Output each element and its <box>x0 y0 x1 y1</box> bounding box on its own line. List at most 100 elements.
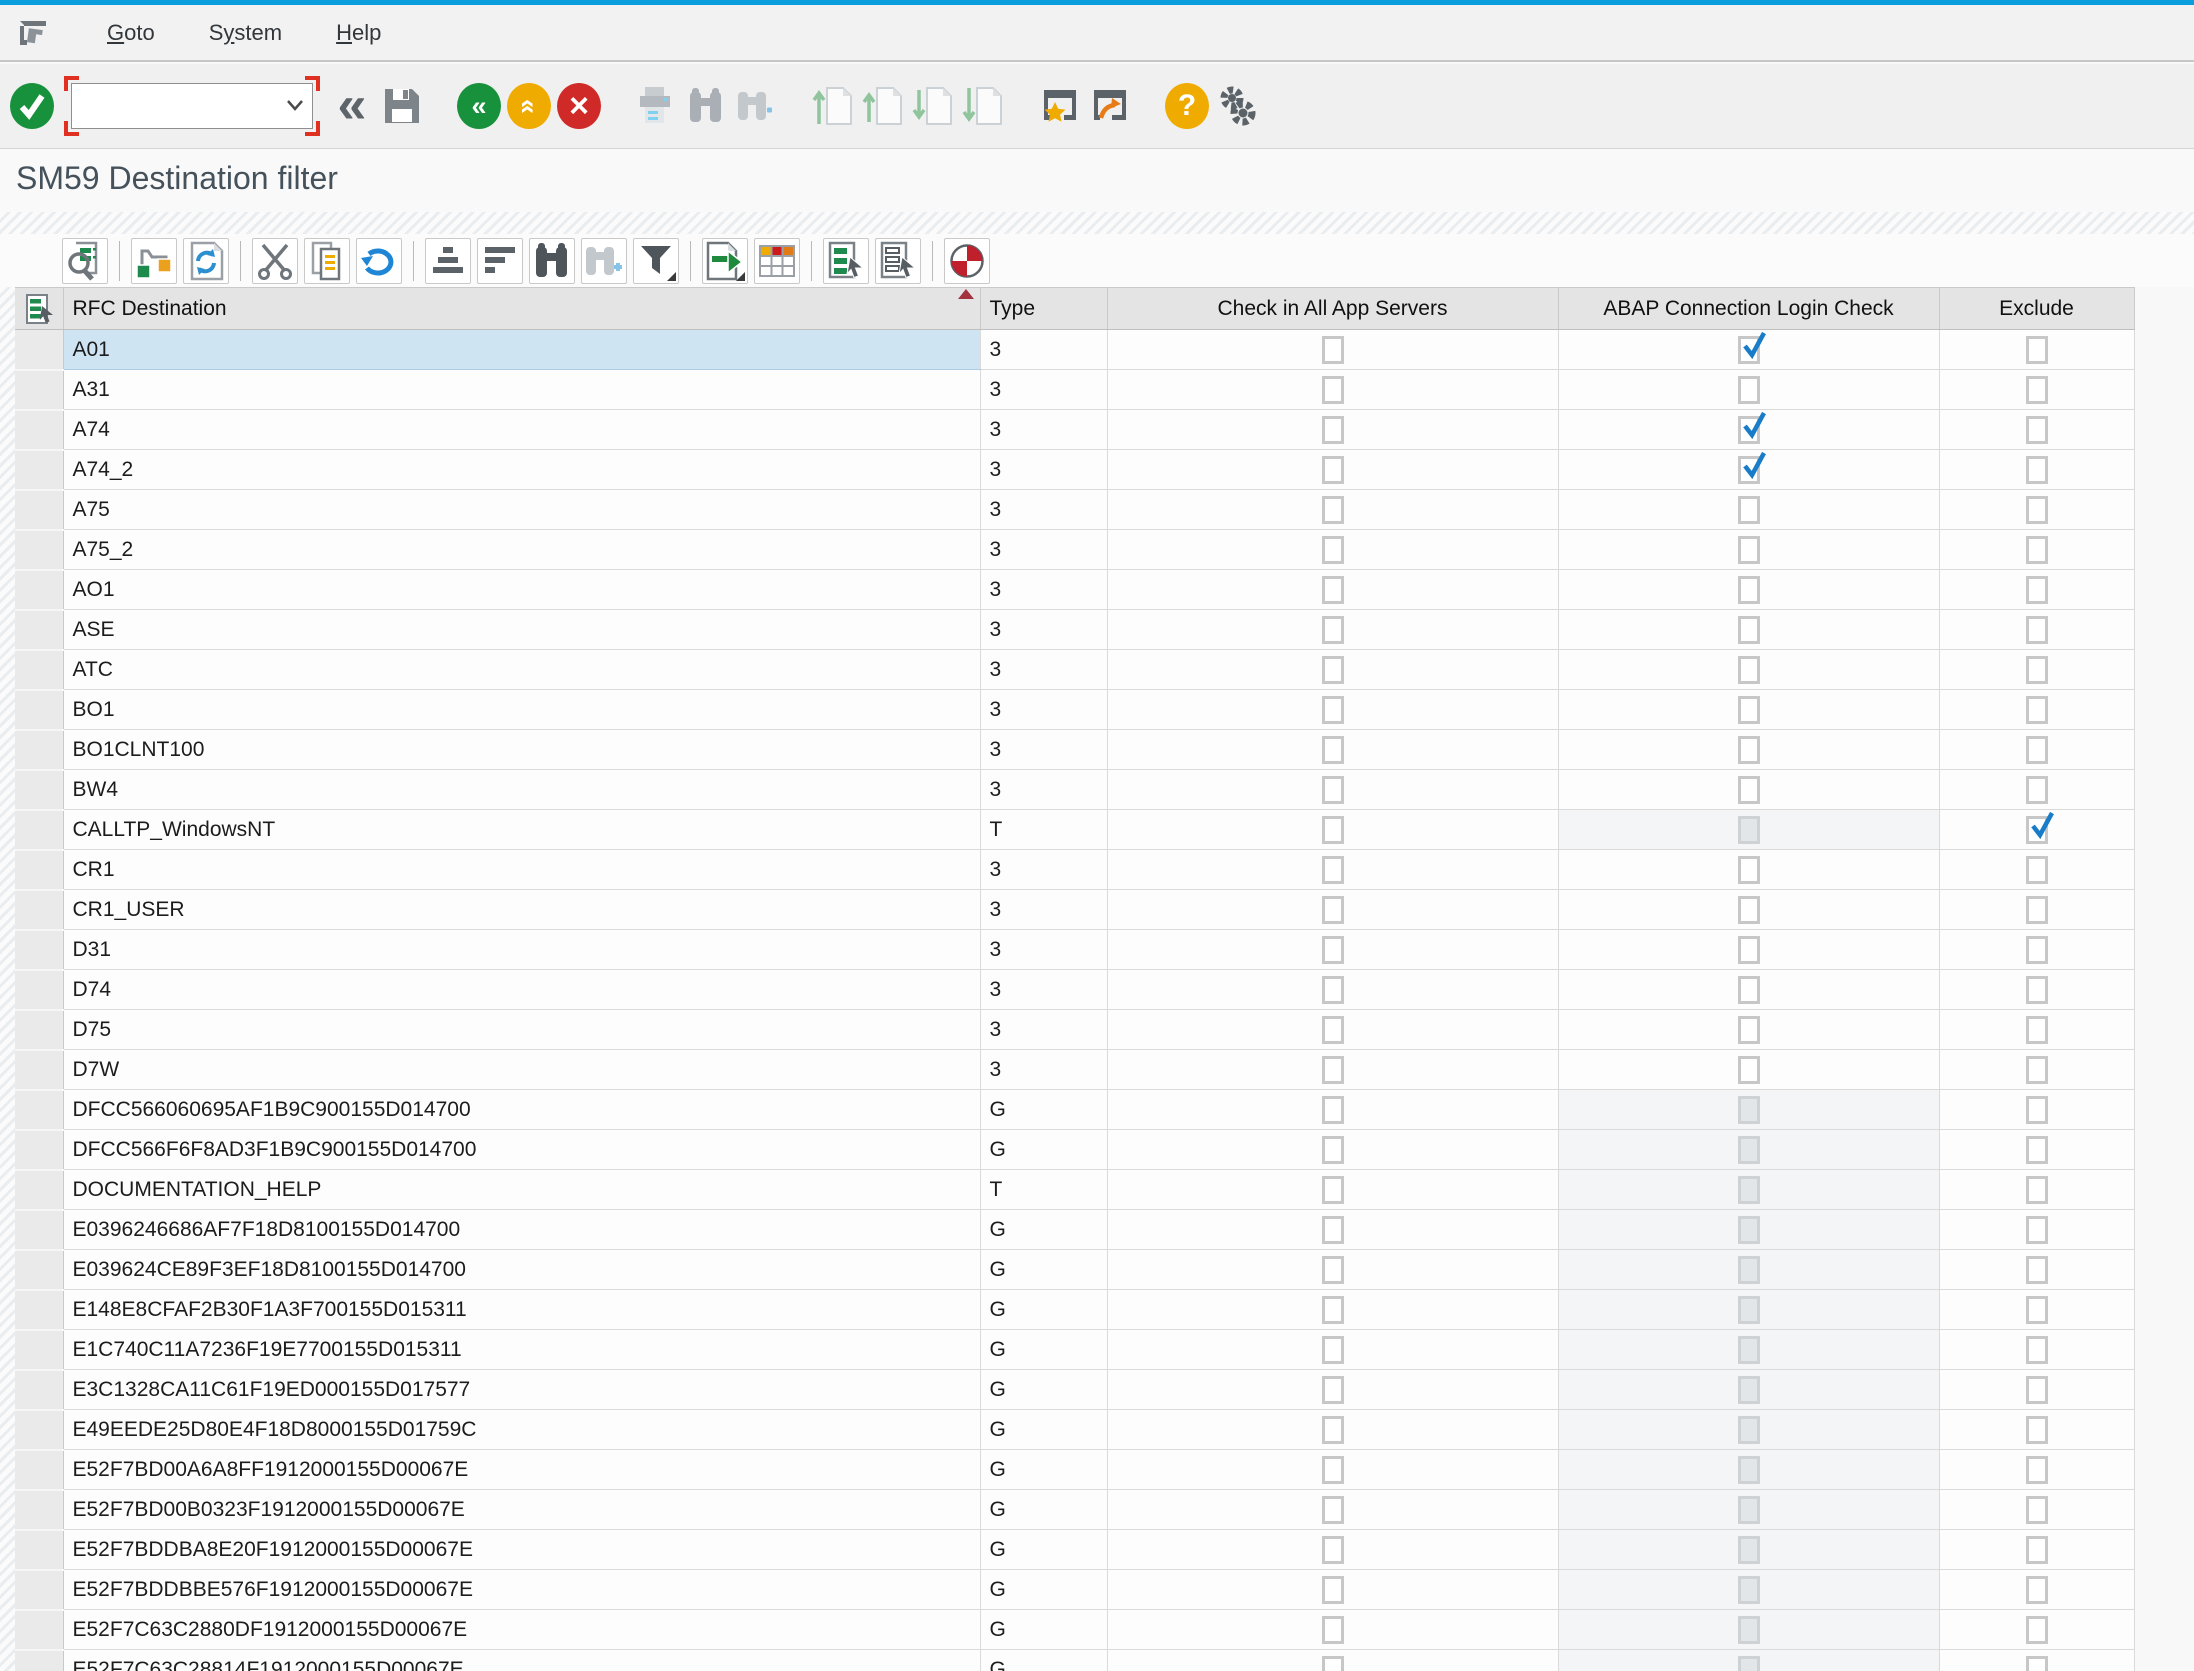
table-row[interactable]: D743 <box>15 970 2134 1010</box>
exclude-checkbox[interactable] <box>2026 1096 2048 1124</box>
row-selector[interactable] <box>15 850 63 890</box>
table-row[interactable]: ATC3 <box>15 650 2134 690</box>
exclude-checkbox[interactable] <box>2026 376 2048 404</box>
table-row[interactable]: E039624CE89F3EF18D8100155D014700G <box>15 1250 2134 1290</box>
type-cell[interactable]: 3 <box>980 370 1107 410</box>
login-check-checkbox[interactable] <box>1738 856 1760 884</box>
row-selector[interactable] <box>15 690 63 730</box>
check-all-checkbox[interactable] <box>1322 1096 1344 1124</box>
exclude-checkbox[interactable] <box>2026 1616 2048 1644</box>
row-selector[interactable] <box>15 1450 63 1490</box>
customize-layout-button[interactable] <box>1215 80 1259 132</box>
login-check-checkbox[interactable] <box>1738 456 1760 484</box>
rfc-destination-cell[interactable]: BO1 <box>63 690 980 730</box>
rfc-destination-cell[interactable]: BO1CLNT100 <box>63 730 980 770</box>
table-row[interactable]: AO13 <box>15 570 2134 610</box>
login-check-checkbox[interactable] <box>1738 376 1760 404</box>
rfc-destination-cell[interactable]: E52F7BDDBBE576F1912000155D00067E <box>63 1570 980 1610</box>
page-up-button[interactable] <box>861 80 905 132</box>
login-check-checkbox[interactable] <box>1738 736 1760 764</box>
exclude-checkbox[interactable] <box>2026 1576 2048 1604</box>
cancel-button[interactable]: × <box>557 83 601 129</box>
type-cell[interactable]: 3 <box>980 570 1107 610</box>
exclude-checkbox[interactable] <box>2026 1256 2048 1284</box>
enter-button[interactable] <box>10 83 54 129</box>
table-view-button[interactable] <box>754 238 800 284</box>
column-header-rfc-destination[interactable]: RFC Destination <box>63 288 980 330</box>
rfc-destination-cell[interactable]: E49EEDE25D80E4F18D8000155D01759C <box>63 1410 980 1450</box>
row-selector[interactable] <box>15 450 63 490</box>
rfc-destination-cell[interactable]: E52F7BD00B0323F1912000155D00067E <box>63 1490 980 1530</box>
type-cell[interactable]: 3 <box>980 730 1107 770</box>
create-shortcut-button[interactable] <box>1088 80 1132 132</box>
menu-item-help[interactable]: Help <box>309 20 408 46</box>
login-check-checkbox[interactable] <box>1738 1016 1760 1044</box>
exclude-checkbox[interactable] <box>2026 736 2048 764</box>
table-row[interactable]: E3C1328CA11C61F19ED000155D017577G <box>15 1370 2134 1410</box>
row-selector[interactable] <box>15 890 63 930</box>
export-button[interactable] <box>702 238 748 284</box>
type-cell[interactable]: 3 <box>980 530 1107 570</box>
rfc-destination-cell[interactable]: ASE <box>63 610 980 650</box>
rfc-destination-cell[interactable]: D31 <box>63 930 980 970</box>
row-selector[interactable] <box>15 1330 63 1370</box>
check-all-checkbox[interactable] <box>1322 776 1344 804</box>
back-button[interactable]: « <box>457 83 501 129</box>
exclude-checkbox[interactable] <box>2026 1456 2048 1484</box>
check-all-checkbox[interactable] <box>1322 1536 1344 1564</box>
login-check-checkbox[interactable] <box>1738 536 1760 564</box>
table-row[interactable]: E0396246686AF7F18D8100155D014700G <box>15 1210 2134 1250</box>
type-cell[interactable]: G <box>980 1370 1107 1410</box>
table-row[interactable]: E52F7C63C2880DF1912000155D00067EG <box>15 1610 2134 1650</box>
exclude-checkbox[interactable] <box>2026 1496 2048 1524</box>
table-row[interactable]: CR13 <box>15 850 2134 890</box>
check-all-checkbox[interactable] <box>1322 696 1344 724</box>
first-page-button[interactable] <box>811 80 855 132</box>
table-row[interactable]: E49EEDE25D80E4F18D8000155D01759CG <box>15 1410 2134 1450</box>
table-row[interactable]: E52F7BD00B0323F1912000155D00067EG <box>15 1490 2134 1530</box>
row-selector[interactable] <box>15 970 63 1010</box>
save-button[interactable] <box>380 80 424 132</box>
row-selector[interactable] <box>15 1370 63 1410</box>
type-cell[interactable]: T <box>980 1170 1107 1210</box>
exclude-checkbox[interactable] <box>2026 416 2048 444</box>
rfc-destination-cell[interactable]: CR1 <box>63 850 980 890</box>
row-selector[interactable] <box>15 1650 63 1671</box>
table-row[interactable]: A013 <box>15 330 2134 370</box>
check-all-checkbox[interactable] <box>1322 1216 1344 1244</box>
type-cell[interactable]: 3 <box>980 410 1107 450</box>
rfc-destination-cell[interactable]: E52F7BD00A6A8FF1912000155D00067E <box>63 1450 980 1490</box>
check-all-checkbox[interactable] <box>1322 1376 1344 1404</box>
check-all-checkbox[interactable] <box>1322 976 1344 1004</box>
login-check-checkbox[interactable] <box>1738 656 1760 684</box>
type-cell[interactable]: G <box>980 1090 1107 1130</box>
table-row[interactable]: ASE3 <box>15 610 2134 650</box>
print-button[interactable] <box>634 80 678 132</box>
check-all-checkbox[interactable] <box>1322 376 1344 404</box>
row-selector[interactable] <box>15 1010 63 1050</box>
display-change-button[interactable] <box>131 238 177 284</box>
table-row[interactable]: D753 <box>15 1010 2134 1050</box>
login-check-checkbox[interactable] <box>1738 696 1760 724</box>
table-row[interactable]: A313 <box>15 370 2134 410</box>
exclude-checkbox[interactable] <box>2026 856 2048 884</box>
table-row[interactable]: A753 <box>15 490 2134 530</box>
type-cell[interactable]: 3 <box>980 770 1107 810</box>
type-cell[interactable]: 3 <box>980 970 1107 1010</box>
table-row[interactable]: A75_23 <box>15 530 2134 570</box>
row-selector[interactable] <box>15 650 63 690</box>
copy-button[interactable] <box>304 238 350 284</box>
table-row[interactable]: E148E8CFAF2B30F1A3F700155D015311G <box>15 1290 2134 1330</box>
row-selector[interactable] <box>15 1610 63 1650</box>
check-all-checkbox[interactable] <box>1322 1296 1344 1324</box>
rfc-destination-cell[interactable]: AO1 <box>63 570 980 610</box>
exclude-checkbox[interactable] <box>2026 896 2048 924</box>
last-page-button[interactable] <box>961 80 1005 132</box>
table-row[interactable]: E52F7C63C28814F1912000155D00067EG <box>15 1650 2134 1671</box>
check-all-checkbox[interactable] <box>1322 1016 1344 1044</box>
choose-layout-button[interactable] <box>823 238 869 284</box>
check-all-checkbox[interactable] <box>1322 1496 1344 1524</box>
check-all-checkbox[interactable] <box>1322 816 1344 844</box>
login-check-checkbox[interactable] <box>1738 336 1760 364</box>
type-cell[interactable]: G <box>980 1330 1107 1370</box>
